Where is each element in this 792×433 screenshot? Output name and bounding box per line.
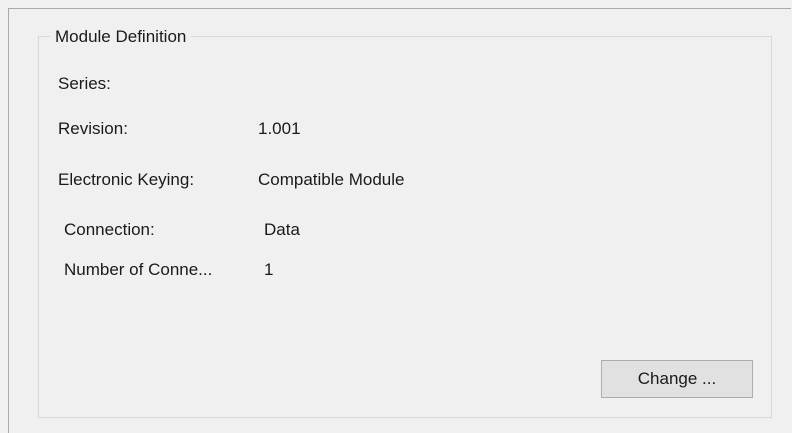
electronic-keying-label: Electronic Keying: [58,170,195,189]
revision-value: 1.001 [258,119,301,138]
series-label: Series: [58,74,111,93]
connection-value: Data [264,220,300,239]
groupbox-title: Module Definition [50,26,192,48]
number-of-connections-label: Number of Conne... [64,260,213,279]
number-of-connections-value: 1 [264,260,274,279]
change-button[interactable]: Change ... [601,360,753,398]
revision-label: Revision: [58,119,128,138]
connection-label: Connection: [64,220,155,239]
electronic-keying-value: Compatible Module [258,170,405,189]
